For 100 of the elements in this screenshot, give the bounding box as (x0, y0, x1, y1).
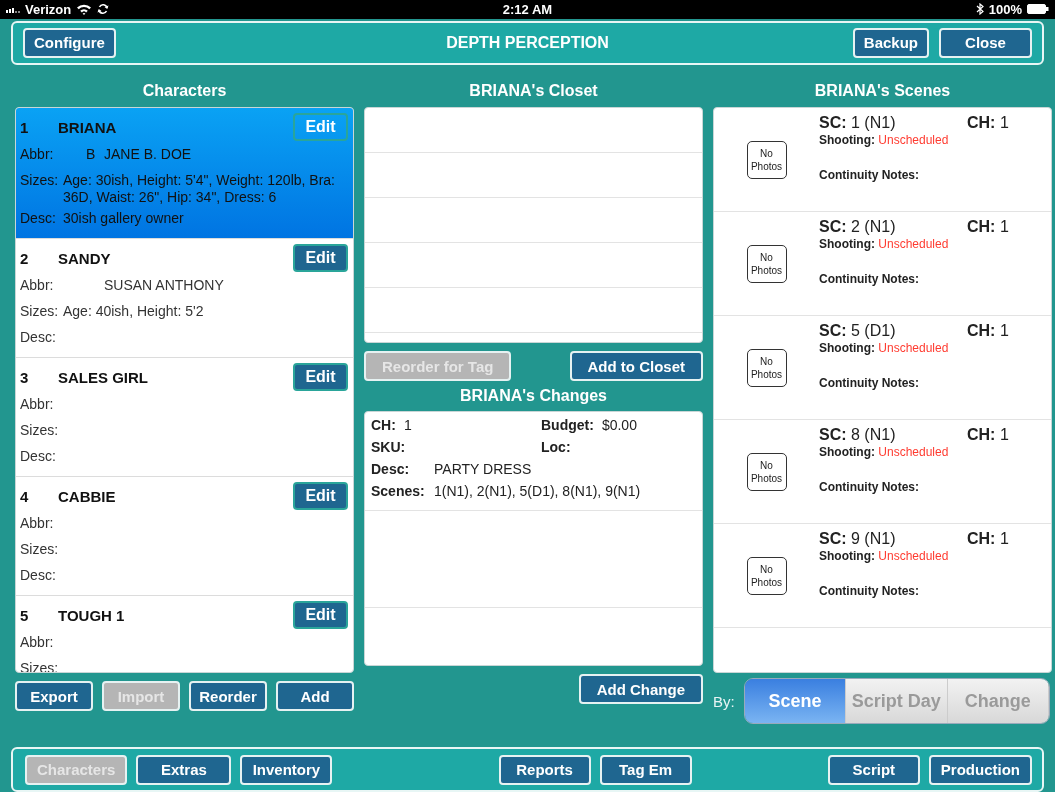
change-number: CH: 1 (967, 530, 1009, 549)
field-value: PARTY DRESS (434, 461, 532, 478)
section-heading: BRIANA's Changes (459, 386, 608, 407)
continuity-notes-label: Continuity Notes: (819, 584, 920, 599)
field-label: Desc: (20, 567, 57, 585)
character-number: 5 (20, 606, 30, 624)
scene-number: SC: 9 (N1) (819, 530, 897, 549)
shooting-status: Shooting: Unscheduled (819, 237, 950, 252)
configure-button[interactable]: Configure (23, 27, 116, 58)
character-name: SANDY (58, 249, 112, 267)
nav-tab[interactable]: Reports (498, 754, 591, 785)
field-label: Sizes: (20, 422, 60, 440)
field-label: CH: (371, 417, 396, 434)
field-label: Desc: (20, 448, 57, 466)
shooting-status: Shooting: Unscheduled (819, 133, 950, 148)
field-value: $0.00 (601, 417, 637, 434)
change-number: CH: 1 (967, 114, 1009, 133)
character-number: 3 (20, 368, 30, 386)
bluetooth-icon (975, 3, 984, 16)
no-photos-thumbnail[interactable]: No Photos (746, 140, 787, 179)
character-name: TOUGH 1 (58, 606, 126, 624)
scene-row[interactable]: No Photos SC: 1 (N1) CH: 1 Shooting: Unscheduled Continuity Notes: (714, 108, 1051, 213)
field-label: Abbr: (20, 634, 55, 652)
scene-row[interactable]: No Photos SC: 8 (N1) CH: 1 Shooting: Unscheduled Continuity Notes: (714, 420, 1051, 525)
character-name: CABBIE (58, 487, 117, 505)
edit-button[interactable]: Edit (293, 363, 348, 392)
character-name: SALES GIRL (58, 368, 149, 386)
nav-tab[interactable]: Production (928, 754, 1032, 785)
header-button[interactable]: Backup (852, 27, 929, 58)
character-number: 4 (20, 487, 30, 505)
change-number: CH: 1 (967, 322, 1009, 341)
field-label: Loc: (541, 439, 571, 456)
edit-button[interactable]: Edit (293, 601, 348, 630)
scene-row[interactable]: No Photos SC: 5 (D1) CH: 1 Shooting: Unscheduled Continuity Notes: (714, 316, 1051, 421)
field-value: 30ish gallery owner (63, 210, 185, 228)
battery-icon (1027, 4, 1049, 15)
wifi-icon (76, 3, 93, 16)
field-label: Abbr: (20, 277, 55, 295)
no-photos-thumbnail[interactable]: No Photos (746, 348, 787, 387)
field-label: Abbr: (20, 146, 55, 164)
abbr-code: B (86, 146, 96, 163)
column-heading: BRIANA's Closet (468, 81, 599, 102)
sort-label: By: (713, 692, 735, 710)
signal-icon (6, 5, 20, 14)
field-label: Desc: (371, 461, 411, 478)
scene-row[interactable]: No Photos SC: 9 (N1) CH: 1 Shooting: Unscheduled Continuity Notes: (714, 524, 1051, 629)
nav-tab[interactable]: Inventory (240, 754, 333, 785)
character-row[interactable]: 3 SALES GIRL Edit Abbr: Sizes: Desc: (16, 358, 353, 478)
change-number: CH: 1 (967, 426, 1009, 445)
clock-time: 2:12 AM (502, 1, 553, 17)
app-title: DEPTH PERCEPTION (446, 33, 609, 52)
battery-percent: 100% (988, 1, 1022, 17)
continuity-notes-label: Continuity Notes: (819, 168, 920, 183)
change-number: CH: 1 (967, 218, 1009, 237)
nav-tab[interactable]: Script (827, 754, 920, 785)
add-change-button[interactable]: Add Change (578, 674, 703, 705)
continuity-notes-label: Continuity Notes: (819, 376, 920, 391)
scene-number: SC: 8 (N1) (819, 426, 897, 445)
no-photos-thumbnail[interactable]: No Photos (746, 452, 787, 491)
nav-tab[interactable]: Extras (136, 754, 232, 785)
field-label: SKU: (371, 439, 406, 456)
field-label: Sizes: (20, 303, 60, 321)
field-label: Sizes: (20, 541, 60, 559)
continuity-notes-label: Continuity Notes: (819, 272, 920, 287)
field-label: Budget: (541, 417, 594, 434)
change-row[interactable]: CH: 1 Budget: $0.00 SKU: Loc: Desc: PARTY DRESS Scenes: 1(N1), 2(N1), 5(D1), 8(N1), 9(N1) (365, 412, 702, 512)
continuity-notes-label: Continuity Notes: (819, 480, 920, 495)
closet-button[interactable]: Add to Closet (569, 351, 703, 382)
action-button[interactable]: Add (276, 681, 354, 712)
character-number: 2 (20, 249, 30, 267)
field-label: Sizes: (20, 172, 60, 190)
column-heading: Characters (141, 81, 228, 102)
shooting-status: Shooting: Unscheduled (819, 341, 950, 356)
action-button[interactable]: Reorder (189, 681, 267, 712)
edit-button[interactable]: Edit (293, 244, 348, 273)
no-photos-thumbnail[interactable]: No Photos (746, 244, 787, 283)
scene-row[interactable]: No Photos SC: 2 (N1) CH: 1 Shooting: Unscheduled Continuity Notes: (714, 212, 1051, 317)
shooting-status: Shooting: Unscheduled (819, 445, 950, 460)
field-label: Scenes: (371, 483, 426, 500)
character-name: BRIANA (58, 118, 118, 136)
header-button[interactable]: Close (939, 27, 1032, 58)
field-label: Desc: (20, 210, 57, 228)
field-value: Age: 40ish, Height: 5'2 (63, 303, 205, 321)
character-row[interactable]: 2 SANDY Edit Abbr: SUSAN ANTHONY Sizes: Age: 40ish, Height: 5'2 Desc: (16, 239, 353, 359)
column-heading: BRIANA's Scenes (813, 81, 952, 102)
scene-number: SC: 1 (N1) (819, 114, 897, 133)
scene-number: SC: 5 (D1) (819, 322, 897, 341)
edit-button[interactable]: Edit (293, 482, 348, 511)
nav-tab[interactable]: Tag Em (599, 754, 692, 785)
character-row[interactable]: 1 BRIANA Edit Abbr: B JANE B. DOE Sizes: Age: 30ish, Height: 5'4", Weight: 120lb, Bra: 36D, Waist: 26", Hip: 34", Dress: 6 Desc: 30ish gallery owner (16, 108, 353, 240)
sync-icon (97, 3, 110, 16)
character-row[interactable]: 4 CABBIE Edit Abbr: Sizes: Desc: (16, 477, 353, 597)
no-photos-thumbnail[interactable]: No Photos (746, 556, 787, 595)
scene-number: SC: 2 (N1) (819, 218, 897, 237)
field-value: 1 (403, 417, 412, 434)
character-number: 1 (20, 118, 30, 136)
field-label: Desc: (20, 329, 57, 347)
field-value: Age: 30ish, Height: 5'4", Weight: 120lb, Bra: 36D, Waist: 26", Hip: 34", Dress: 6 (63, 172, 336, 207)
action-button[interactable]: Export (15, 681, 93, 712)
field-value: SUSAN ANTHONY (104, 277, 225, 295)
